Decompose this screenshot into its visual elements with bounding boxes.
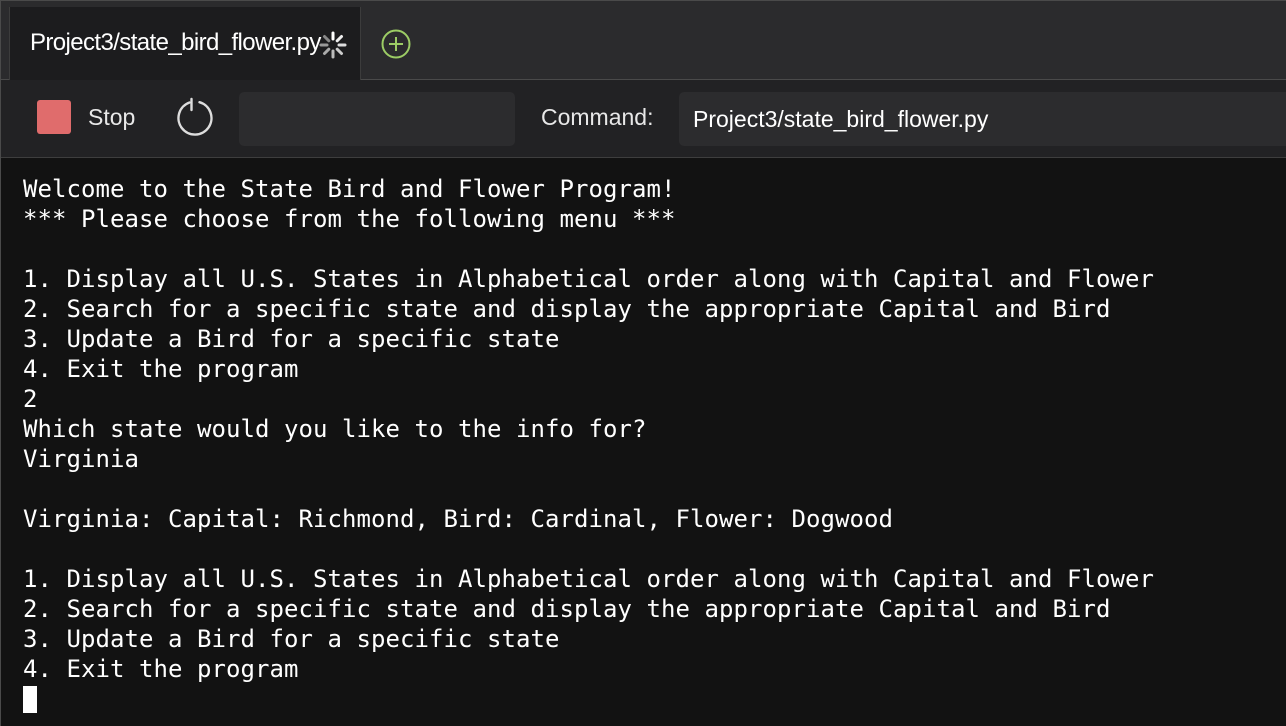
tab-run-file[interactable]: Project3/state_bird_flower.py <box>9 7 361 80</box>
run-config-field[interactable] <box>239 92 515 146</box>
output-line: Welcome to the State Bird and Flower Pro… <box>23 175 676 203</box>
command-input[interactable] <box>679 92 1286 146</box>
stop-button[interactable]: Stop <box>29 92 149 142</box>
output-line <box>23 234 1154 264</box>
terminal-output[interactable]: Welcome to the State Bird and Flower Pro… <box>1 158 1286 726</box>
output-line: 1. Display all U.S. States in Alphabetic… <box>23 265 1154 293</box>
output-line: 2 <box>23 385 38 413</box>
output-line: 1. Display all U.S. States in Alphabetic… <box>23 565 1154 593</box>
restart-icon[interactable] <box>173 96 217 140</box>
output-line: 3. Update a Bird for a specific state <box>23 625 560 653</box>
output-line: 2. Search for a specific state and displ… <box>23 595 1111 623</box>
output-line <box>23 474 1154 504</box>
command-label: Command: <box>541 104 654 130</box>
output-line: 2. Search for a specific state and displ… <box>23 295 1111 323</box>
stop-icon <box>37 100 71 134</box>
output-line <box>23 534 1154 564</box>
output-line: Virginia <box>23 445 139 473</box>
plus-circle-icon[interactable] <box>380 28 412 60</box>
output-line: 4. Exit the program <box>23 355 299 383</box>
output-line: *** Please choose from the following men… <box>23 205 676 233</box>
output-line: Virginia: Capital: Richmond, Bird: Cardi… <box>23 505 893 533</box>
loading-spinner-icon <box>319 31 347 59</box>
output-line: 4. Exit the program <box>23 655 299 683</box>
output-line: 3. Update a Bird for a specific state <box>23 325 560 353</box>
run-toolbar: Stop Command: <box>1 80 1286 158</box>
text-cursor <box>23 686 37 713</box>
tab-bar: Project3/state_bird_flower.py <box>1 0 1286 80</box>
tab-title: Project3/state_bird_flower.py <box>30 29 321 56</box>
output-lines: Welcome to the State Bird and Flower Pro… <box>23 174 1154 684</box>
terminal-window: Project3/state_bird_flower.py Stop Comma… <box>0 0 1286 726</box>
stop-label: Stop <box>88 104 136 130</box>
output-line: Which state would you like to the info f… <box>23 415 647 443</box>
